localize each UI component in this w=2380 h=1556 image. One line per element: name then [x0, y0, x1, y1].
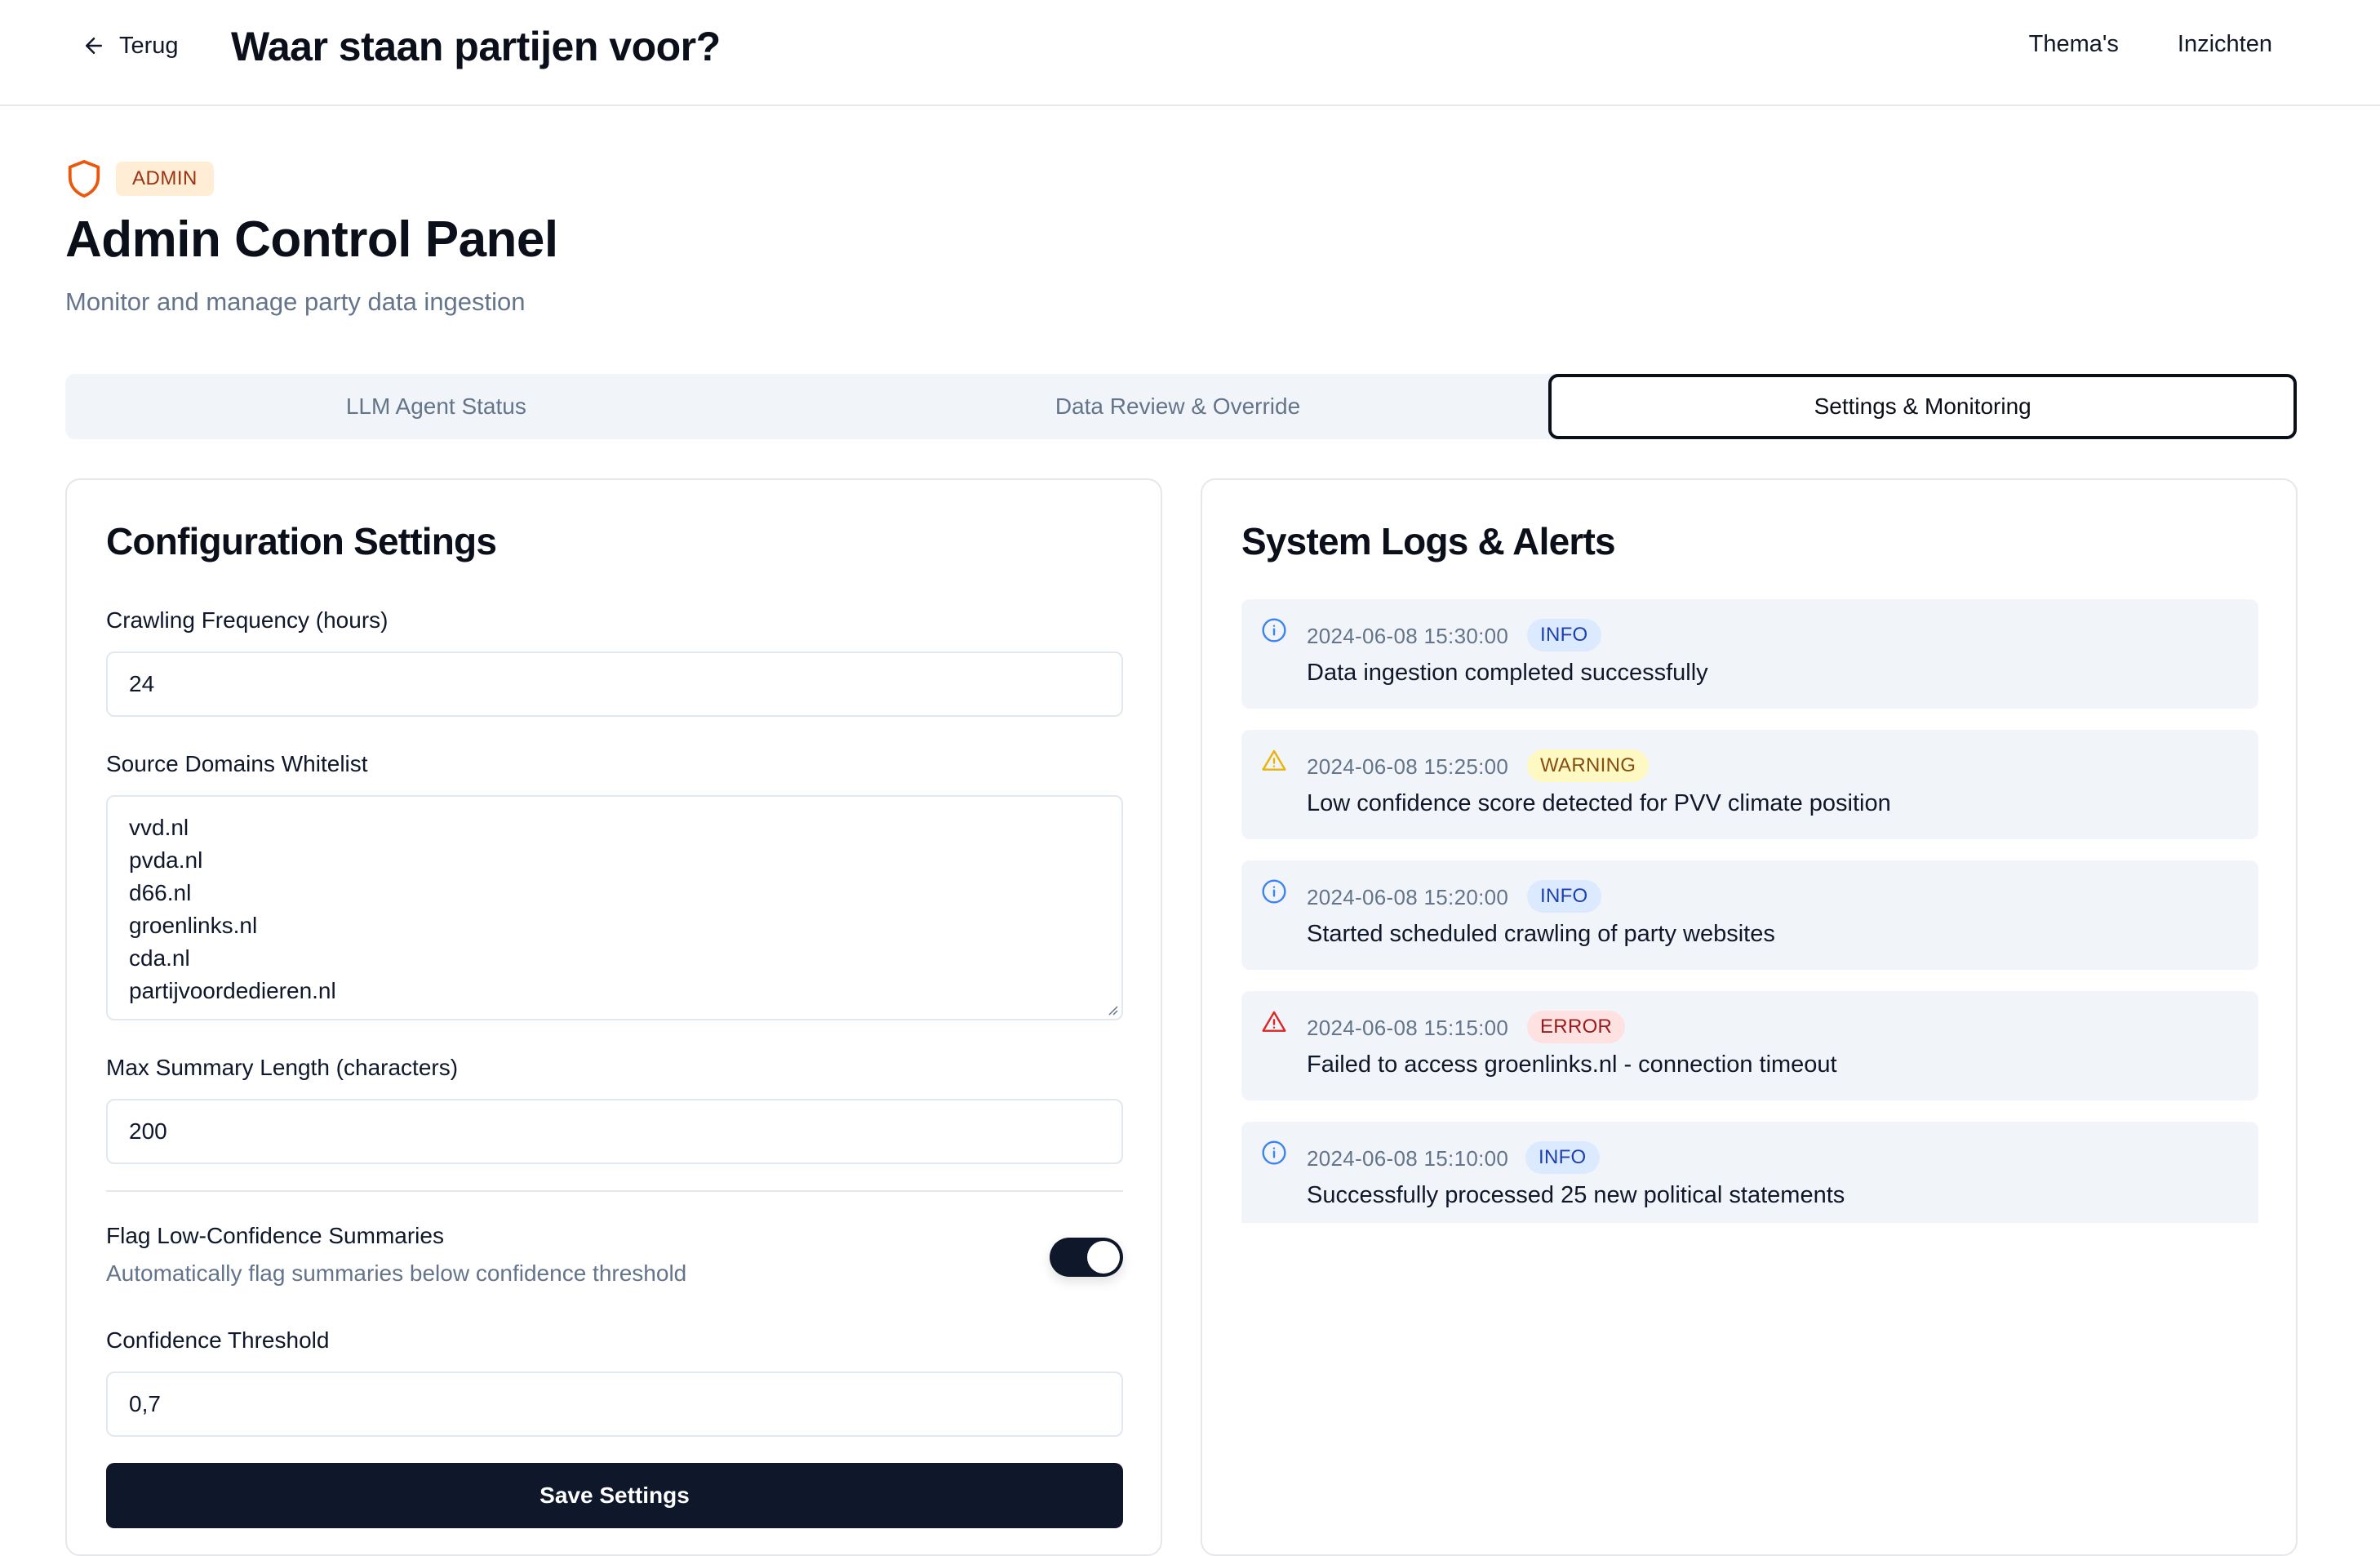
log-message: Failed to access groenlinks.nl - connect…	[1307, 1051, 1837, 1078]
tab-data-review-override[interactable]: Data Review & Override	[807, 374, 1549, 439]
log-level-badge: INFO	[1527, 880, 1601, 913]
app-title: Waar staan partijen voor?	[231, 24, 721, 69]
system-logs-title: System Logs & Alerts	[1241, 520, 1616, 562]
log-message: Started scheduled crawling of party webs…	[1307, 921, 1775, 947]
toggle-knob	[1087, 1241, 1120, 1274]
back-label: Terug	[119, 32, 179, 59]
section-divider	[106, 1190, 1123, 1192]
top-navigation-bar: Terug Waar staan partijen voor? Thema's …	[0, 0, 2380, 106]
crawl-frequency-input[interactable]: 24	[106, 651, 1123, 717]
log-message: Low confidence score detected for PVV cl…	[1307, 790, 1891, 816]
whitelist-textarea[interactable]: vvd.nl pvda.nl d66.nl groenlinks.nl cda.…	[106, 795, 1123, 1020]
info-icon	[1262, 1140, 1286, 1165]
admin-label-row: ADMIN	[65, 158, 214, 199]
log-timestamp: 2024-06-08 15:20:00	[1307, 885, 1509, 909]
log-timestamp: 2024-06-08 15:25:00	[1307, 754, 1509, 779]
info-icon	[1262, 618, 1286, 642]
max-summary-length-label: Max Summary Length (characters)	[106, 1055, 459, 1080]
log-level-badge: INFO	[1527, 619, 1601, 651]
log-level-badge: ERROR	[1527, 1011, 1626, 1043]
system-logs-card: System Logs & Alerts 2024-06-08 15:30:00…	[1201, 478, 2298, 1556]
whitelist-label: Source Domains Whitelist	[106, 751, 368, 776]
warning-icon	[1262, 749, 1286, 771]
arrow-left-icon	[86, 38, 102, 54]
crawl-frequency-label: Crawling Frequency (hours)	[106, 607, 389, 633]
configuration-settings-card: Configuration Settings Crawling Frequenc…	[65, 478, 1162, 1556]
log-entry: 2024-06-08 15:25:00 WARNING Low confiden…	[1241, 730, 2258, 839]
tab-bar: LLM Agent Status Data Review & Override …	[65, 374, 2298, 439]
max-summary-length-input[interactable]: 200	[106, 1099, 1123, 1164]
log-entry: 2024-06-08 15:10:00 INFO Successfully pr…	[1241, 1122, 2258, 1223]
flag-low-confidence-toggle[interactable]	[1050, 1238, 1123, 1277]
admin-badge: ADMIN	[116, 162, 214, 196]
info-icon	[1262, 879, 1286, 904]
log-message: Successfully processed 25 new political …	[1307, 1182, 1845, 1208]
log-entry: 2024-06-08 15:20:00 INFO Started schedul…	[1241, 860, 2258, 970]
page-title: Admin Control Panel	[65, 211, 558, 268]
tab-settings-monitoring[interactable]: Settings & Monitoring	[1548, 374, 2298, 439]
log-entry: 2024-06-08 15:15:00 ERROR Failed to acce…	[1241, 991, 2258, 1100]
log-entry: 2024-06-08 15:30:00 INFO Data ingestion …	[1241, 599, 2258, 709]
page-subtitle: Monitor and manage party data ingestion	[65, 287, 526, 316]
log-level-badge: INFO	[1525, 1141, 1600, 1174]
log-message: Data ingestion completed successfully	[1307, 660, 1708, 686]
log-timestamp: 2024-06-08 15:15:00	[1307, 1016, 1509, 1040]
resize-grip-icon[interactable]	[1107, 1004, 1118, 1016]
flag-low-confidence-title: Flag Low-Confidence Summaries	[106, 1223, 444, 1248]
log-timestamp: 2024-06-08 15:30:00	[1307, 624, 1509, 648]
confidence-threshold-input[interactable]: 0,7	[106, 1372, 1123, 1437]
confidence-threshold-label: Confidence Threshold	[106, 1327, 330, 1353]
log-level-badge: WARNING	[1527, 749, 1650, 782]
log-timestamp: 2024-06-08 15:10:00	[1307, 1146, 1509, 1171]
save-settings-button[interactable]: Save Settings	[106, 1463, 1123, 1528]
back-button[interactable]: Terug	[82, 31, 179, 60]
nav-link-themas[interactable]: Thema's	[2029, 31, 2119, 58]
configuration-settings-title: Configuration Settings	[106, 520, 497, 562]
flag-low-confidence-description: Automatically flag summaries below confi…	[106, 1260, 687, 1286]
error-icon	[1262, 1011, 1286, 1032]
shield-icon	[65, 158, 103, 199]
tab-llm-agent-status[interactable]: LLM Agent Status	[65, 374, 807, 439]
main-nav: Thema's Inzichten	[2029, 31, 2272, 58]
nav-link-inzichten[interactable]: Inzichten	[2178, 31, 2272, 58]
